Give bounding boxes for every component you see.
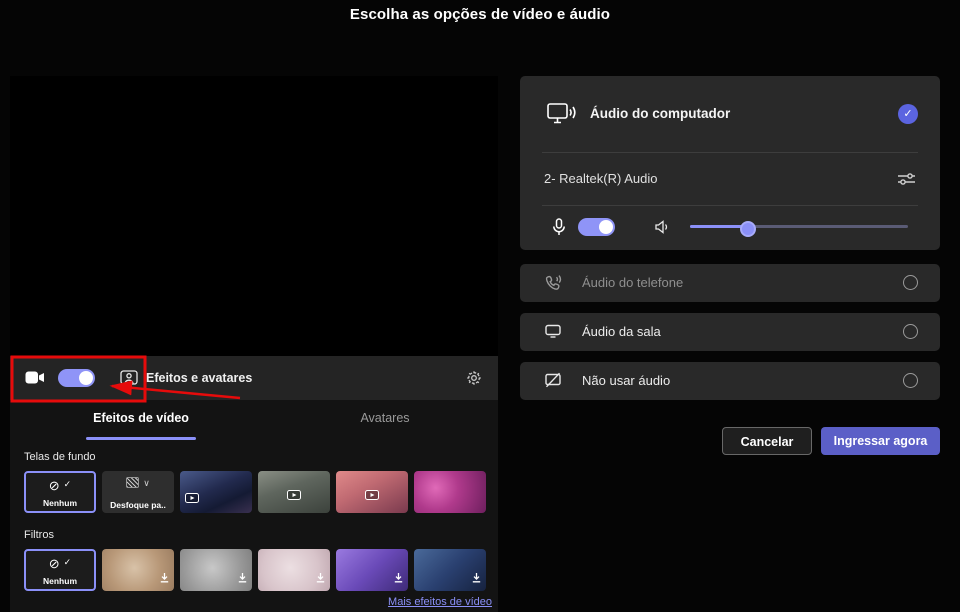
background-tile-image[interactable] [336,471,408,513]
volume-slider-fill[interactable] [690,225,750,228]
no-audio-option[interactable]: Não usar áudio [520,362,940,400]
active-tab-underline [86,437,196,440]
computer-audio-icon [546,101,576,133]
room-audio-label: Áudio da sala [582,324,661,339]
chevron-down-icon: ∨ [143,477,150,489]
no-audio-radio[interactable] [903,373,918,388]
camera-icon [25,371,45,389]
none-icon: ⊘ [49,479,60,492]
camera-toggle[interactable] [58,369,95,387]
download-icon [393,570,404,588]
page-title: Escolha as opções de vídeo e áudio [0,6,960,23]
gear-icon[interactable] [466,370,482,391]
filters-row: ⊘✓ Nenhum [24,549,486,591]
action-buttons: Cancelar Ingressar agora [722,427,940,455]
filter-tile[interactable] [336,549,408,591]
download-icon [237,570,248,588]
volume-slider[interactable] [690,225,908,228]
camera-preview [10,76,498,356]
check-icon: ✓ [64,557,72,567]
background-tile-image[interactable] [258,471,330,513]
video-toolbar: Efeitos e avatares [10,356,498,400]
tab-avatars[interactable]: Avatares [330,411,440,425]
cancel-button[interactable]: Cancelar [722,427,812,455]
tab-video-effects[interactable]: Efeitos de vídeo [86,411,196,425]
check-icon: ✓ [64,479,72,489]
background-tile-image[interactable] [414,471,486,513]
computer-audio-card: Áudio do computador ✓ 2- Realtek(R) Audi… [520,76,940,250]
speaker-icon [654,220,670,239]
effects-tabs: Efeitos de vídeo Avatares [10,400,498,440]
backgrounds-section-title: Telas de fundo [24,451,96,463]
room-audio-radio[interactable] [903,324,918,339]
microphone-icon [552,218,566,241]
phone-audio-option[interactable]: Áudio do telefone [520,264,940,302]
microphone-toggle[interactable] [578,218,615,236]
prejoin-screen: Escolha as opções de vídeo e áudio Efeit… [0,0,960,612]
filter-tile[interactable] [258,549,330,591]
video-background-icon [365,487,379,505]
no-audio-icon [544,372,562,393]
filter-tile-none[interactable]: ⊘✓ Nenhum [24,549,96,591]
none-selected-icons: ⊘✓ [26,479,94,492]
filter-tile[interactable] [414,549,486,591]
backgrounds-row: ⊘✓ Nenhum ∨ Desfoque pa.. [24,471,486,513]
filters-section-title: Filtros [24,529,54,541]
room-audio-icon [544,323,562,343]
mic-volume-row [520,205,940,250]
filter-tile[interactable] [102,549,174,591]
none-icon: ⊘ [49,557,60,570]
more-video-effects-link[interactable]: Mais efeitos de vídeo [10,596,492,608]
phone-audio-icon [544,274,562,297]
blur-icons: ∨ [102,477,174,489]
background-tile-none[interactable]: ⊘✓ Nenhum [24,471,96,513]
phone-audio-radio[interactable] [903,275,918,290]
audio-device-row[interactable]: 2- Realtek(R) Audio [520,152,940,205]
video-panel: Efeitos e avatares Efeitos de vídeo Avat… [10,76,498,612]
background-tile-blur[interactable]: ∨ Desfoque pa.. [102,471,174,513]
blur-icon [126,477,139,488]
effects-avatars-label: Efeitos e avatares [146,371,252,385]
no-audio-label: Não usar áudio [582,373,670,388]
room-audio-option[interactable]: Áudio da sala [520,313,940,351]
none-selected-icons: ⊘✓ [26,557,94,570]
effects-avatars-icon [120,370,138,390]
effects-area: Efeitos de vídeo Avatares Telas de fundo… [10,400,498,612]
filter-tile[interactable] [180,549,252,591]
download-icon [471,570,482,588]
phone-audio-label: Áudio do telefone [582,275,683,290]
download-icon [159,570,170,588]
background-tile-image[interactable] [180,471,252,513]
download-icon [315,570,326,588]
computer-audio-label: Áudio do computador [590,106,730,121]
computer-audio-option[interactable]: Áudio do computador ✓ [520,76,940,152]
selected-check-icon: ✓ [898,104,918,124]
video-background-icon [287,487,301,505]
audio-settings-icon[interactable] [897,172,916,191]
video-background-icon [185,490,199,508]
join-now-button[interactable]: Ingressar agora [821,427,940,455]
audio-device-name: 2- Realtek(R) Audio [544,171,657,186]
